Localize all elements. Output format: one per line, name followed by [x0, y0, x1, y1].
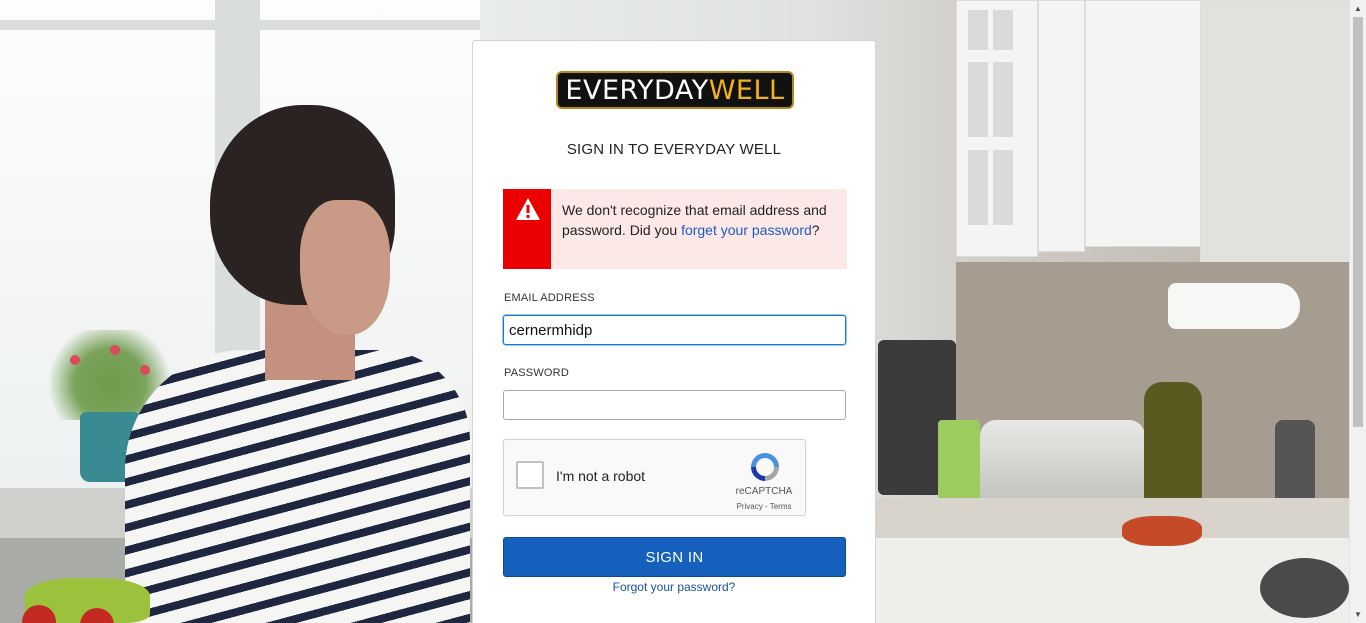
alert-text-after: ? — [811, 222, 820, 238]
recaptcha-checkbox[interactable] — [516, 461, 544, 489]
email-field[interactable] — [503, 315, 846, 345]
recaptcha-widget: I'm not a robot reCAPTCHA Privacy - Term… — [503, 439, 806, 516]
page-scrollbar[interactable]: ▲ ▼ — [1349, 0, 1366, 623]
recaptcha-logo-icon — [751, 453, 779, 481]
recaptcha-label: I'm not a robot — [556, 468, 646, 484]
scroll-thumb[interactable] — [1353, 17, 1363, 427]
error-alert: We don't recognize that email address an… — [503, 189, 847, 269]
sign-in-button[interactable]: SIGN IN — [503, 537, 846, 577]
alert-message: We don't recognize that email address an… — [562, 200, 832, 240]
scroll-up-icon[interactable]: ▲ — [1350, 0, 1366, 17]
forgot-password-link[interactable]: Forgot your password? — [473, 580, 875, 594]
password-label: PASSWORD — [504, 367, 569, 379]
logo-word-well: WELL — [708, 74, 785, 106]
recaptcha-privacy-terms[interactable]: Privacy - Terms — [726, 502, 802, 511]
alert-icon-box — [503, 189, 551, 269]
logo-word-everyday: EVERYDAY — [565, 74, 709, 106]
email-label: EMAIL ADDRESS — [504, 292, 595, 304]
recaptcha-brand: reCAPTCHA — [735, 486, 793, 497]
forget-password-link[interactable]: forget your password — [681, 222, 812, 238]
warning-icon — [516, 198, 540, 220]
everyday-well-logo: EVERYDAY WELL — [556, 71, 794, 109]
scroll-down-icon[interactable]: ▼ — [1350, 606, 1366, 623]
password-field[interactable] — [503, 390, 846, 420]
page-title: SIGN IN TO EVERYDAY WELL — [566, 141, 782, 158]
login-card: EVERYDAY WELL SIGN IN TO EVERYDAY WELL We… — [472, 40, 876, 623]
